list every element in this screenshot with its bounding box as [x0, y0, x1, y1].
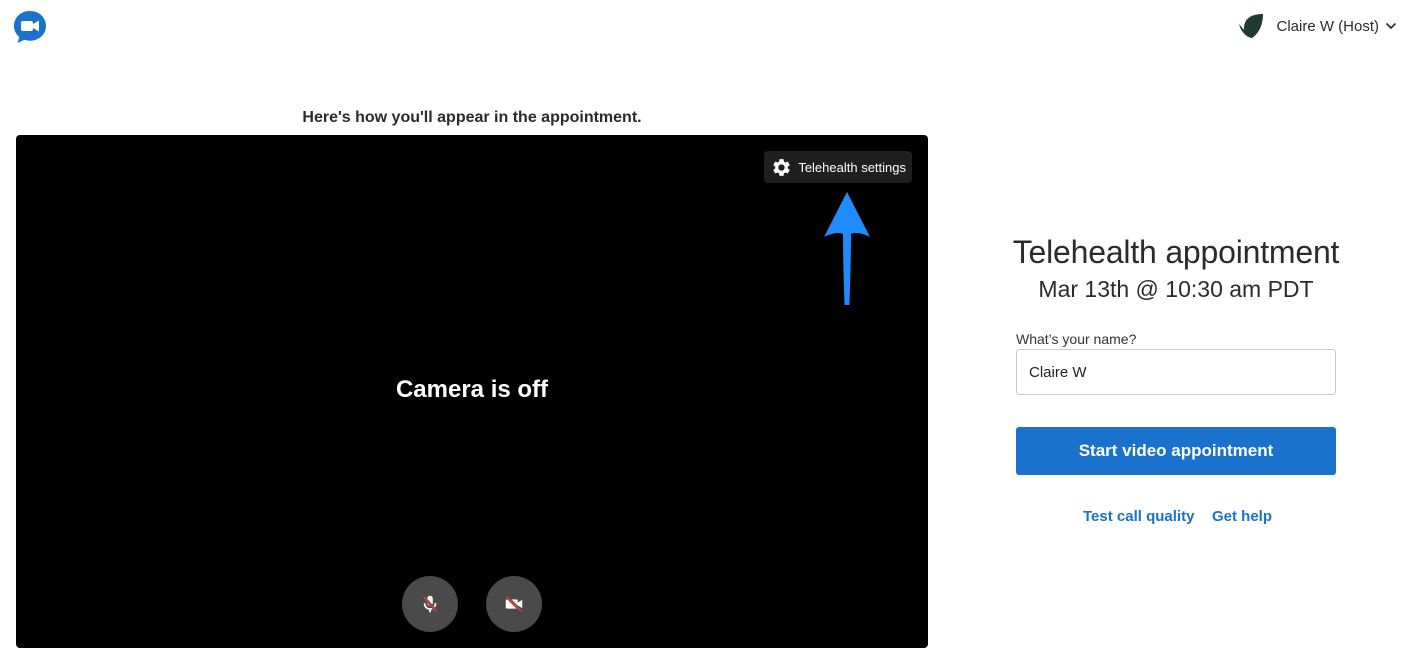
user-menu[interactable]: Claire W (Host) [1237, 12, 1400, 40]
mic-toggle-button[interactable] [402, 576, 458, 632]
test-call-quality-link[interactable]: Test call quality [1083, 508, 1194, 525]
user-name: Claire W (Host) [1276, 17, 1379, 35]
camera-toggle-button[interactable] [486, 576, 542, 632]
appointment-time: Mar 13th @ 10:30 am PDT [1038, 276, 1314, 302]
camera-off-icon [505, 595, 523, 613]
start-video-appointment-button[interactable]: Start video appointment [1016, 427, 1336, 475]
telehealth-settings-button[interactable]: Telehealth settings [764, 151, 912, 183]
name-label: What’s your name? [1016, 331, 1137, 347]
telehealth-settings-label: Telehealth settings [798, 159, 906, 175]
preview-caption: Here's how you'll appear in the appointm… [302, 109, 642, 126]
camera-status: Camera is off [395, 376, 549, 403]
mic-off-icon [422, 595, 438, 613]
arrow-up-icon [824, 192, 870, 305]
chat-video-icon[interactable] [13, 10, 47, 44]
name-input[interactable] [1016, 349, 1336, 395]
get-help-link[interactable]: Get help [1212, 508, 1272, 525]
chevron-down-icon [1385, 22, 1397, 30]
appointment-title: Telehealth appointment [1012, 234, 1340, 270]
gear-icon [773, 158, 790, 176]
leaf-avatar-icon [1239, 14, 1264, 38]
video-preview: Telehealth settings Camera is off [16, 135, 928, 648]
